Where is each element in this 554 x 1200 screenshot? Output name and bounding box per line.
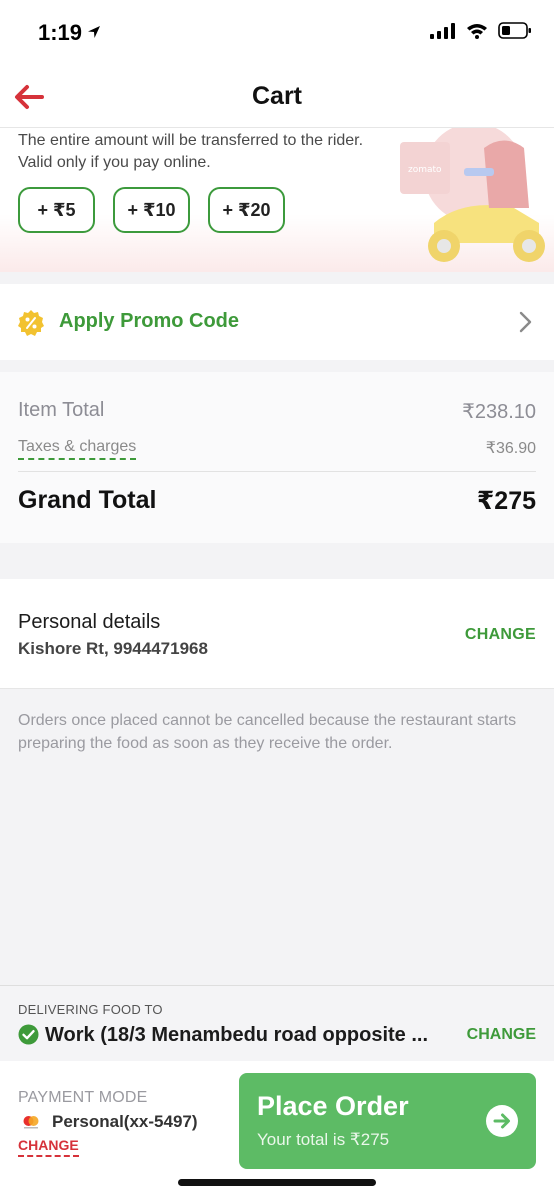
promo-badge-icon <box>18 310 44 336</box>
tip-button-20[interactable]: + ₹20 <box>208 187 285 233</box>
delivery-address-section: DELIVERING FOOD TO Work (18/3 Menambedu … <box>0 985 554 1061</box>
delivery-address: Work (18/3 Menambedu road opposite ... <box>45 1024 429 1046</box>
personal-details-contact: Kishore Rt, 9944471968 <box>18 639 208 658</box>
promo-label: Apply Promo Code <box>59 310 240 332</box>
page-title: Cart <box>251 82 302 110</box>
battery-icon <box>498 22 531 39</box>
chevron-right-icon <box>519 311 532 333</box>
payment-mode-label: PAYMENT MODE <box>18 1089 148 1106</box>
grand-total-value: ₹275 <box>476 487 536 515</box>
wifi-icon <box>467 23 487 39</box>
delivery-label: DELIVERING FOOD TO <box>18 1002 163 1017</box>
check-circle-icon <box>18 1024 39 1045</box>
status-time: 1:19 <box>38 20 83 45</box>
status-indicators <box>430 22 532 39</box>
scooter-box-brand: zomato <box>408 165 442 175</box>
delivery-change-button[interactable]: CHANGE <box>467 1026 536 1044</box>
taxes-row: Taxes & charges ₹36.90 <box>18 438 536 460</box>
tip-line-1: The entire amount will be transferred to… <box>18 132 364 149</box>
status-bar: 1:19 <box>0 0 554 70</box>
place-order-button[interactable]: Place Order Your total is ₹275 <box>239 1073 536 1169</box>
taxes-value: ₹36.90 <box>485 440 536 457</box>
bill-summary: Item Total ₹238.10 Taxes & charges ₹36.9… <box>0 372 554 543</box>
order-total-label: Your total is ₹275 <box>257 1130 390 1149</box>
delivery-scooter-illustration: zomato <box>400 128 545 262</box>
home-indicator <box>178 1179 376 1186</box>
tip-options: + ₹5 + ₹10 + ₹20 <box>18 187 285 233</box>
item-total-value: ₹238.10 <box>462 401 536 423</box>
bill-divider <box>18 471 536 472</box>
header: Cart <box>0 70 554 128</box>
grand-total-label: Grand Total <box>18 486 157 514</box>
apply-promo-row[interactable]: Apply Promo Code <box>0 284 554 360</box>
location-arrow-icon <box>88 26 100 38</box>
rider-tip-section: zomato The entire amount will be transfe… <box>0 128 554 272</box>
item-total-label: Item Total <box>18 399 105 421</box>
payment-change-button[interactable]: CHANGE <box>18 1137 79 1157</box>
personal-details-section: Personal details Kishore Rt, 9944471968 … <box>0 579 554 689</box>
tip-button-10[interactable]: + ₹10 <box>113 187 190 233</box>
personal-change-button[interactable]: CHANGE <box>465 626 536 644</box>
tip-description: The entire amount will be transferred to… <box>18 130 363 174</box>
cancellation-note: Orders once placed cannot be cancelled b… <box>18 712 517 752</box>
tip-line-2: Valid only if you pay online. <box>18 154 211 171</box>
payment-card: Personal(xx-5497) <box>52 1112 198 1131</box>
taxes-label[interactable]: Taxes & charges <box>18 438 137 460</box>
item-total-row: Item Total ₹238.10 <box>18 399 536 424</box>
arrow-right-circle-icon <box>486 1105 518 1137</box>
tip-button-5[interactable]: + ₹5 <box>18 187 95 233</box>
place-order-label: Place Order <box>257 1091 409 1121</box>
signal-icon <box>430 22 455 39</box>
personal-details-title: Personal details <box>18 611 161 633</box>
grand-total-row: Grand Total ₹275 <box>18 486 536 516</box>
mastercard-icon <box>20 1114 42 1130</box>
